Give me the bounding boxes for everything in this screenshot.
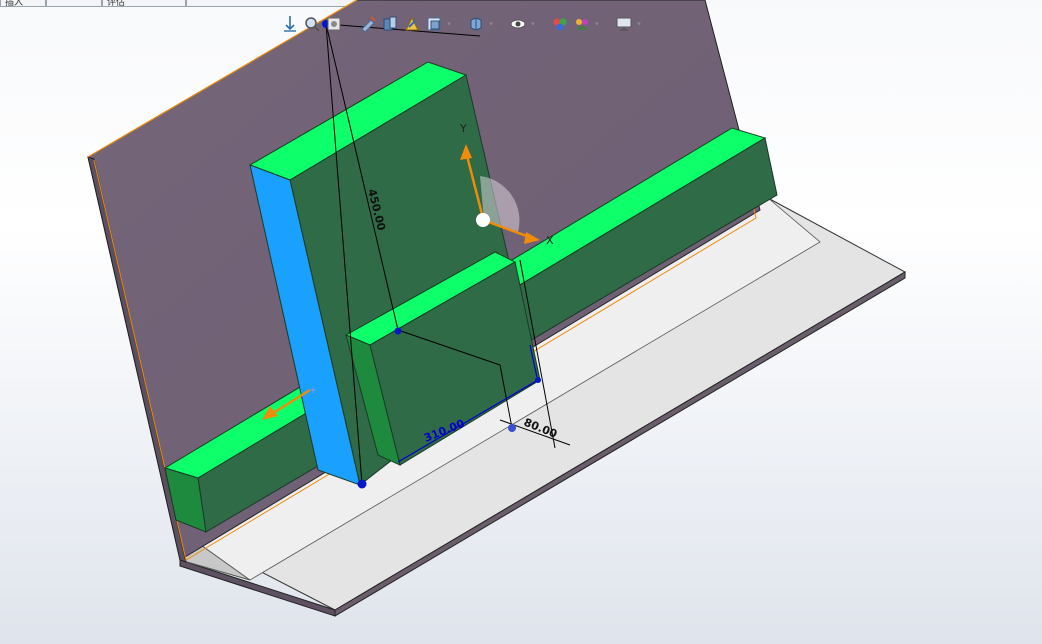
- previous-view-button[interactable]: [324, 14, 344, 34]
- monitor-dropdown-icon[interactable]: ▾: [636, 20, 642, 28]
- display-style-dropdown-icon[interactable]: ▾: [446, 20, 452, 28]
- apply-scene-icon: [553, 18, 567, 31]
- triad-origin[interactable]: [476, 213, 490, 227]
- sketch-point-base[interactable]: [357, 479, 367, 489]
- zoom-to-area-icon: [305, 17, 320, 32]
- view-orientation-icon: [405, 16, 419, 31]
- triad-y-label: Y: [459, 122, 467, 135]
- triad-x-label: X: [546, 234, 554, 247]
- edit-appearance-icon: [510, 19, 526, 29]
- dynamic-annotation-icon: [383, 16, 397, 31]
- origin-cross-icon: +: [309, 385, 317, 396]
- hide-show-items-icon: [470, 17, 482, 31]
- zoom-to-area-button[interactable]: [302, 14, 322, 34]
- monitor-button[interactable]: [614, 14, 634, 34]
- sketch-point-mid[interactable]: [394, 327, 402, 335]
- dynamic-annotation-button[interactable]: [380, 14, 400, 34]
- display-style-icon: [427, 17, 441, 31]
- zoom-to-fit-icon: [284, 16, 296, 32]
- graphics-area[interactable]: 插入 评估 450.00 310.00 80.00 Y X + ▾ ▾ ▾ ▾ …: [0, 0, 1042, 644]
- model-view[interactable]: 450.00 310.00 80.00 Y X +: [0, 0, 1042, 644]
- zoom-to-fit-button[interactable]: [280, 14, 300, 34]
- previous-view-icon: [327, 17, 341, 31]
- heads-up-view-toolbar: ▾ ▾ ▾ ▾ ▾: [280, 12, 642, 36]
- apply-scene-button[interactable]: [550, 14, 570, 34]
- section-view-button[interactable]: [358, 14, 378, 34]
- monitor-icon: [616, 17, 632, 31]
- hide-show-items-button[interactable]: [466, 14, 486, 34]
- scene-dropdown-icon[interactable]: ▾: [594, 20, 600, 28]
- sketch-point-corner[interactable]: [535, 377, 541, 383]
- view-orientation-button[interactable]: [402, 14, 422, 34]
- sketch-point-depth[interactable]: [508, 424, 516, 432]
- view-settings-icon: [576, 19, 588, 30]
- display-style-button[interactable]: [424, 14, 444, 34]
- hide-show-dropdown-icon[interactable]: ▾: [488, 20, 494, 28]
- edit-appearance-dropdown-icon[interactable]: ▾: [530, 20, 536, 28]
- section-view-icon: [361, 16, 376, 33]
- edit-appearance-button[interactable]: [508, 14, 528, 34]
- view-settings-button[interactable]: [572, 14, 592, 34]
